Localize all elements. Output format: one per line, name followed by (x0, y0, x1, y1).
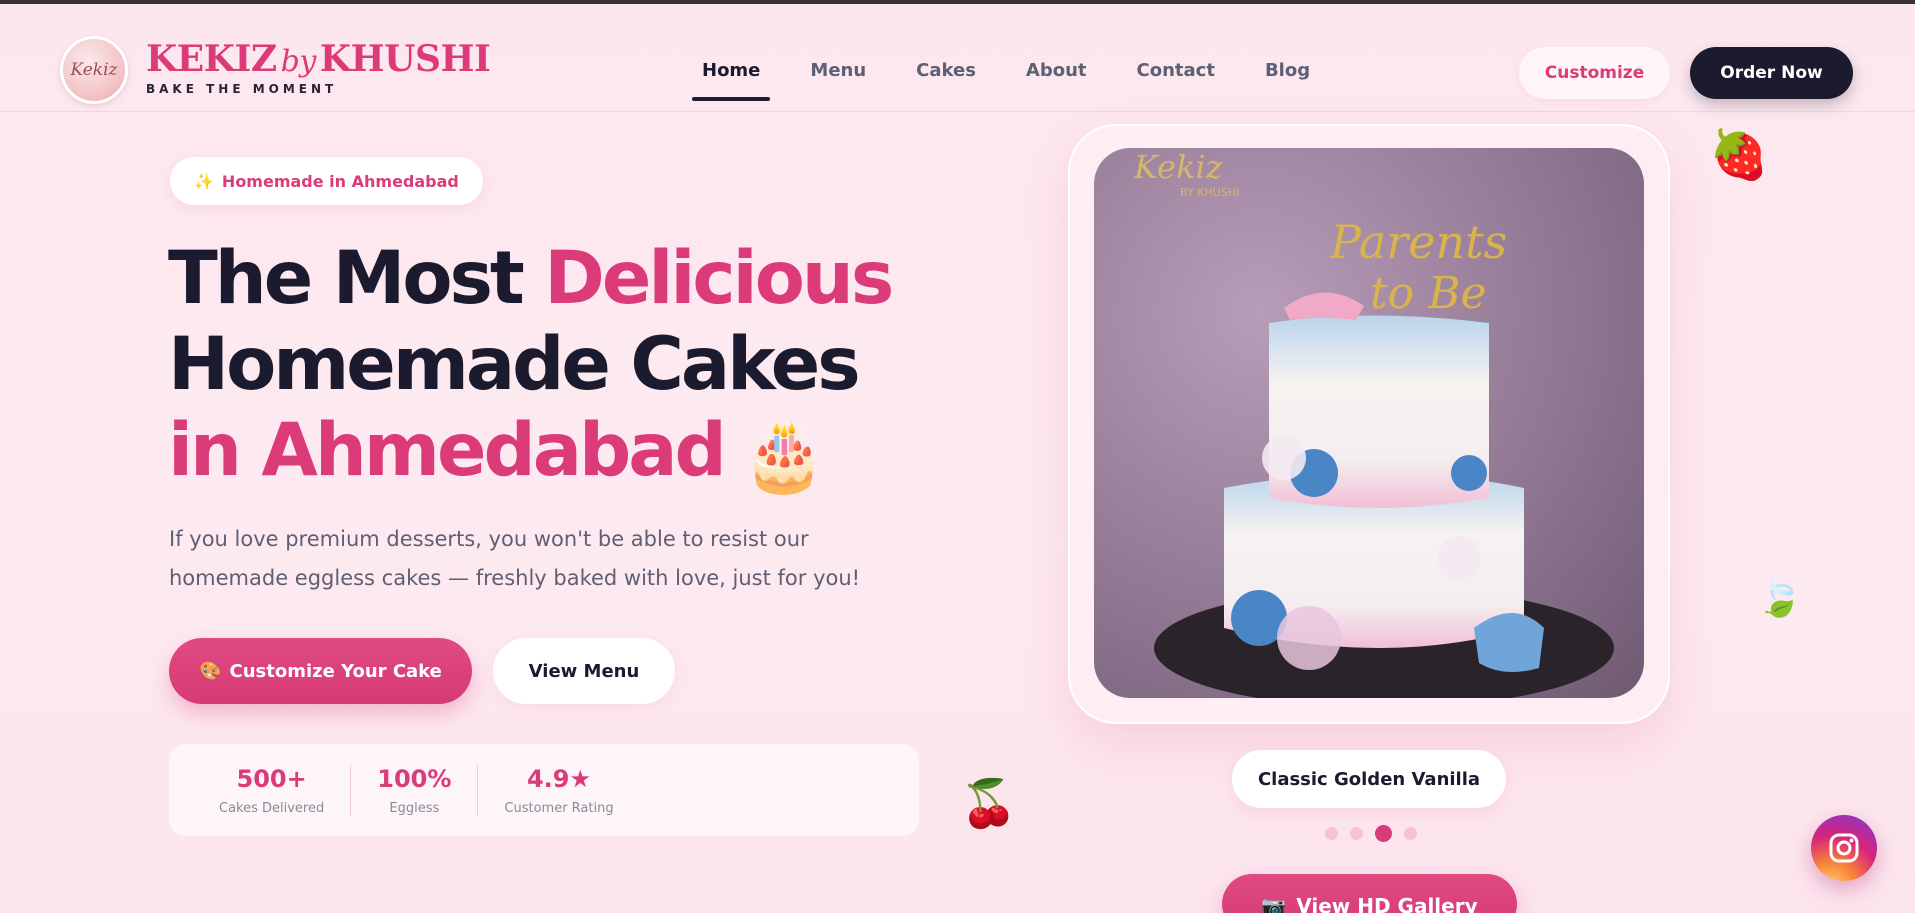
leaf-icon: 🍃 (1756, 577, 1804, 619)
stat-value: 500+ (236, 764, 307, 793)
blue-ball (1451, 455, 1487, 491)
instagram-button[interactable] (1811, 815, 1877, 881)
nav-item-blog[interactable]: Blog (1253, 60, 1322, 81)
cake-topper-line1: Parents (1329, 215, 1507, 269)
view-gallery-button[interactable]: 📷 View HD Gallery (1222, 874, 1517, 913)
logo-text: Kekiz (70, 60, 118, 80)
cake-photo[interactable]: Parents to Be Kekiz BY KHUSHI (1094, 148, 1644, 698)
stat-label: Customer Rating (504, 800, 614, 816)
camera-icon: 📷 (1261, 894, 1287, 913)
cake-illustration: Parents to Be Kekiz BY KHUSHI (1133, 148, 1614, 698)
carousel-dot[interactable] (1350, 827, 1363, 840)
order-now-button[interactable]: Order Now (1690, 47, 1853, 99)
brand-name-by: by (280, 44, 317, 79)
headline-line1: The Most (168, 236, 545, 321)
site-header: Kekiz KEKIZ by KHUSHI BAKE THE MOMENT Home… (0, 4, 1915, 112)
stat-label: Cakes Delivered (219, 800, 325, 816)
stat-item: 100% Eggless (350, 764, 477, 816)
nav-item-menu[interactable]: Menu (798, 60, 878, 81)
stats-bar: 500+ Cakes Delivered 100% Eggless 4.9★ C… (169, 744, 919, 836)
brand-name-part2: KHUSHI (319, 38, 491, 80)
headline-accent-word: Delicious (544, 236, 894, 321)
brand-name: KEKIZ by KHUSHI (146, 38, 491, 80)
carousel-dot-active[interactable] (1375, 825, 1392, 842)
hero-headline: The Most Delicious Homemade Cakes in Ahm… (168, 236, 894, 500)
nav-item-home[interactable]: Home (690, 60, 772, 101)
brand-name-part1: KEKIZ (146, 38, 277, 80)
nav-item-cakes[interactable]: Cakes (904, 60, 988, 81)
photo-watermark: Kekiz (1133, 148, 1224, 186)
photo-watermark-sub: BY KHUSHI (1180, 186, 1239, 199)
strawberry-icon: 🍓 (1709, 129, 1769, 182)
sparkle-icon: ✨ (194, 171, 214, 191)
nav-item-contact[interactable]: Contact (1125, 60, 1227, 81)
customize-cake-label: Customize Your Cake (229, 660, 442, 682)
customize-cake-button[interactable]: 🎨 Customize Your Cake (169, 638, 472, 704)
header-customize-button[interactable]: Customize (1519, 47, 1670, 99)
location-pill-text: Homemade in Ahmedabad (221, 171, 459, 191)
carousel-dot[interactable] (1325, 827, 1338, 840)
stat-value: 100% (377, 764, 452, 793)
logo-badge[interactable]: Kekiz (60, 36, 128, 104)
view-menu-button[interactable]: View Menu (493, 638, 675, 704)
main-nav: Home Menu Cakes About Contact Blog (690, 60, 1322, 101)
palette-icon: 🎨 (199, 660, 222, 682)
nav-item-about[interactable]: About (1014, 60, 1099, 81)
view-gallery-label: View HD Gallery (1296, 894, 1478, 913)
stat-value: 4.9★ (526, 764, 592, 793)
stat-item: 4.9★ Customer Rating (477, 764, 639, 816)
bubble-ball (1277, 606, 1341, 670)
hero-description: If you love premium desserts, you won't … (169, 527, 861, 590)
brand[interactable]: KEKIZ by KHUSHI BAKE THE MOMENT (146, 38, 491, 96)
birthday-cake-icon: 🎂 (741, 417, 827, 496)
cherry-icon: 🍒 (960, 777, 1018, 829)
headline-line3: in Ahmedabad (168, 408, 727, 493)
cake-topper-line2: to Be (1370, 268, 1487, 319)
carousel-dots (1325, 825, 1417, 842)
slide-caption: Classic Golden Vanilla (1232, 750, 1506, 808)
baby-shoe (1474, 613, 1544, 672)
instagram-icon (1829, 833, 1859, 863)
bubble-ball (1437, 536, 1481, 580)
bubble-ball (1262, 436, 1306, 480)
location-pill: ✨ Homemade in Ahmedabad (170, 157, 483, 205)
baby-shoe (1284, 292, 1364, 320)
headline-line2: Homemade Cakes (168, 322, 861, 407)
stat-item: 500+ Cakes Delivered (193, 765, 350, 816)
carousel-dot[interactable] (1404, 827, 1417, 840)
stat-label: Eggless (389, 800, 440, 816)
brand-tagline: BAKE THE MOMENT (146, 82, 338, 96)
